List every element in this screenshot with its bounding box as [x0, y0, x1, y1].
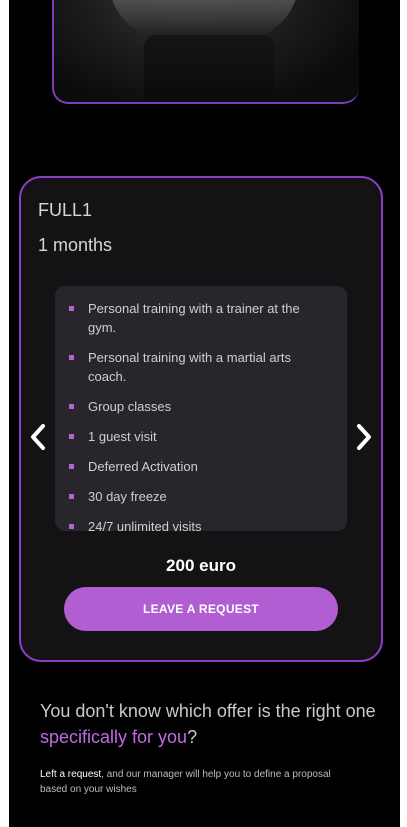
bullet-icon — [69, 434, 74, 439]
features-list: Personal training with a trainer at the … — [55, 286, 347, 536]
bullet-icon — [69, 355, 74, 360]
bullet-icon — [69, 306, 74, 311]
trainer-photo-card: > — [52, 0, 359, 104]
features-box: Personal training with a trainer at the … — [55, 286, 347, 534]
trainer-photo-torso — [144, 35, 274, 102]
bullet-icon — [69, 494, 74, 499]
bullet-icon — [69, 404, 74, 409]
plan-duration: 1 months — [38, 235, 113, 255]
feature-item: Personal training with a trainer at the … — [69, 299, 331, 337]
price: 200 euro — [166, 556, 236, 575]
plan-name: FULL1 — [38, 200, 93, 220]
feature-item: Group classes — [69, 397, 331, 416]
chevron-right-icon[interactable] — [353, 422, 375, 452]
feature-item: 30 day freeze — [69, 487, 331, 506]
feature-item: Personal training with a martial arts co… — [69, 348, 331, 386]
help-question: You don't know which offer is the right … — [40, 701, 376, 747]
leave-request-button[interactable]: LEAVE A REQUEST — [64, 587, 338, 631]
pricing-card: FULL1 1 months Personal training with a … — [19, 176, 383, 662]
request-link[interactable]: Left a request — [40, 769, 101, 780]
feature-item: Deferred Activation — [69, 457, 331, 476]
help-subtext: Left a request, and our manager will hel… — [40, 769, 331, 795]
bullet-icon — [69, 524, 74, 529]
bullet-icon — [69, 464, 74, 469]
question-accent: specifically for you — [40, 727, 188, 747]
feature-item: 1 guest visit — [69, 427, 331, 446]
chevron-left-icon[interactable] — [27, 422, 49, 452]
feature-item: 24/7 unlimited visits — [69, 517, 331, 536]
page: > FULL1 1 months Personal training with … — [9, 0, 400, 827]
trainer-photo — [109, 0, 299, 40]
